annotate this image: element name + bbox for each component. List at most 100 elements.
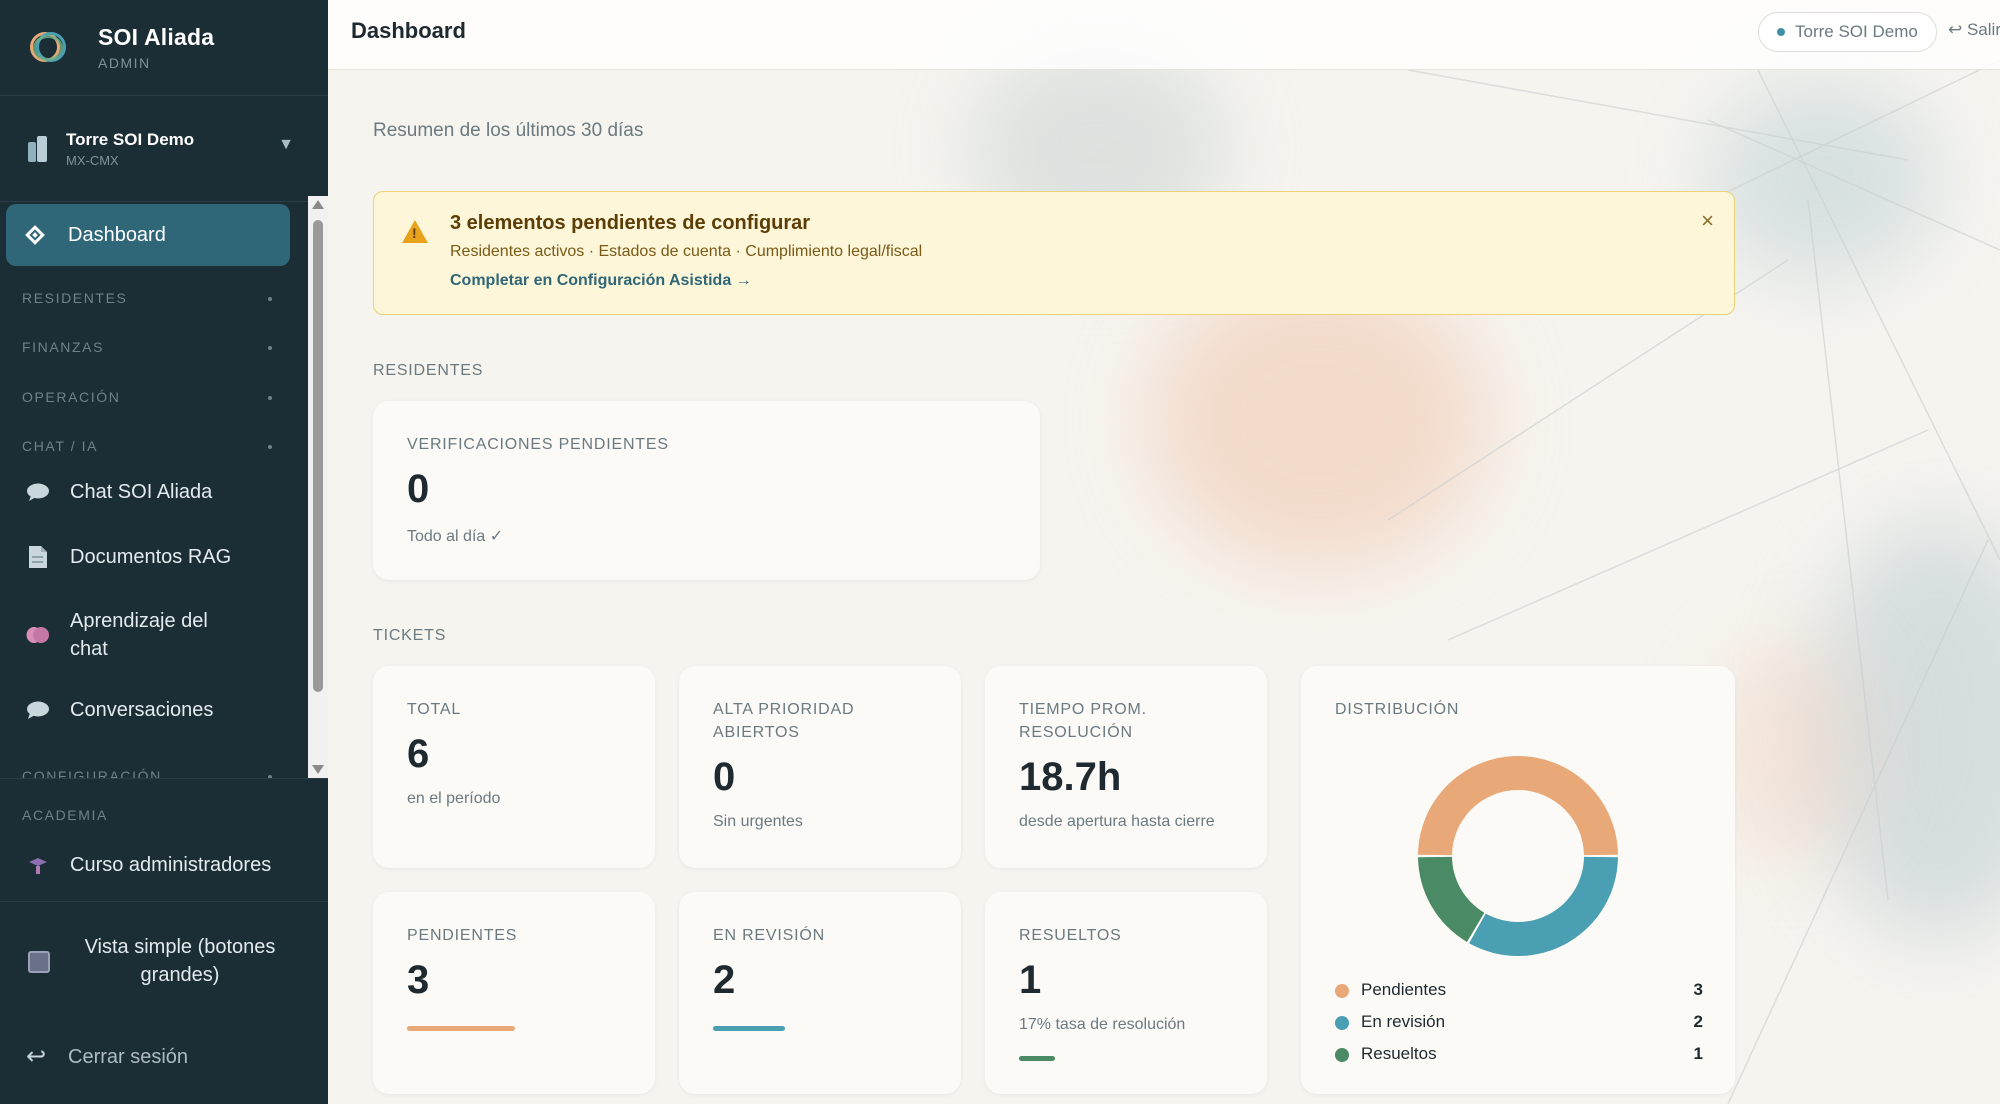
legend-swatch — [1335, 1048, 1349, 1062]
card-distribucion: DISTRIBUCIÓN Pendientes 3 En revisión 2 Re… — [1301, 666, 1735, 1094]
alert-detail: Residentes activos · Estados de cuenta ·… — [450, 243, 923, 260]
revision-bar — [713, 1026, 785, 1031]
section-configuracion[interactable]: CONFIGURACIÓN — [22, 768, 272, 778]
brand-role: ADMIN — [98, 55, 151, 71]
brand-name: SOI Aliada — [98, 24, 215, 50]
legend-value: 2 — [1693, 1012, 1703, 1031]
legend-value: 1 — [1693, 1044, 1703, 1063]
card-label: VERIFICACIONES PENDIENTES — [407, 436, 669, 453]
card-label: ALTA PRIORIDAD ABIERTOS — [713, 701, 855, 741]
tower-pill[interactable]: Torre SOI Demo — [1758, 12, 1937, 52]
legend-label: Resueltos — [1361, 1044, 1437, 1063]
card-subtext: desde apertura hasta cierre — [1019, 813, 1215, 830]
collapse-dot-icon — [268, 445, 272, 449]
document-icon — [26, 545, 50, 569]
card-label: PENDIENTES — [407, 927, 518, 944]
card-value: 0 — [407, 467, 430, 511]
legend-item-pendientes: Pendientes 3 — [1335, 974, 1703, 1006]
sidebar: SOI Aliada ADMIN Torre SOI Demo MX-CMX ▼… — [0, 0, 328, 1104]
card-subtext: en el período — [407, 790, 501, 807]
building-icon — [26, 135, 48, 162]
card-value: 3 — [407, 958, 430, 1002]
warning-icon — [402, 220, 428, 243]
chart-title: DISTRIBUCIÓN — [1335, 701, 1460, 718]
sidebar-item-label: Documentos RAG — [70, 546, 232, 568]
card-label: RESUELTOS — [1019, 927, 1122, 944]
simple-view-label: Vista simple (botones grandes) — [84, 936, 276, 986]
soi-logo-icon — [28, 28, 68, 68]
sidebar-item-label: Aprendizaje del chat — [70, 610, 208, 660]
sidebar-item-aprendizaje[interactable]: Aprendizaje del chat — [0, 607, 230, 663]
sidebar-item-dashboard[interactable]: Dashboard — [6, 204, 290, 266]
scrollbar-thumb[interactable] — [313, 220, 323, 692]
legend-item-en-revision: En revisión 2 — [1335, 1006, 1703, 1038]
sidebar-item-label: Dashboard — [68, 223, 166, 246]
section-academia: ACADEMIA — [22, 807, 108, 823]
section-label: CONFIGURACIÓN — [22, 768, 162, 778]
brain-icon — [26, 625, 50, 645]
section-label: FINANZAS — [22, 339, 105, 355]
card-alta-prioridad: ALTA PRIORIDAD ABIERTOS 0 Sin urgentes — [679, 666, 961, 868]
collapse-dot-icon — [268, 346, 272, 350]
section-operacion[interactable]: OPERACIÓN — [22, 389, 272, 405]
sidebar-item-curso-administradores[interactable]: Curso administradores — [0, 851, 300, 879]
sidebar-item-documentos-rag[interactable]: Documentos RAG — [0, 543, 300, 571]
card-label: TIEMPO PROM. RESOLUCIÓN — [1019, 701, 1147, 741]
donut-slice-resueltos[interactable] — [1418, 856, 1485, 942]
legend-label: En revisión — [1361, 1012, 1446, 1031]
setup-alert: 3 elementos pendientes de configurar Res… — [373, 191, 1735, 315]
chevron-down-icon: ▼ — [278, 136, 294, 153]
nav-scroll-area: Dashboard RESIDENTES FINANZAS OPERACIÓN … — [0, 196, 328, 778]
resueltos-bar — [1019, 1056, 1055, 1061]
top-bar: Dashboard Torre SOI Demo ↩ Salir — [328, 0, 2000, 70]
sidebar-item-chat-soi[interactable]: Chat SOI Aliada — [0, 478, 300, 506]
tower-name: Torre SOI Demo — [66, 129, 195, 149]
section-finanzas[interactable]: FINANZAS — [22, 339, 272, 355]
chart-legend: Pendientes 3 En revisión 2 Resueltos 1 — [1335, 974, 1703, 1070]
sidebar-item-label: Conversaciones — [70, 699, 214, 721]
legend-label: Pendientes — [1361, 980, 1447, 999]
section-label: RESIDENTES — [22, 290, 128, 306]
sidebar-item-label: Chat SOI Aliada — [70, 481, 213, 503]
card-label: EN REVISIÓN — [713, 927, 825, 944]
close-icon[interactable]: × — [1701, 208, 1714, 234]
card-pendientes: PENDIENTES 3 — [373, 892, 655, 1094]
donut-slice-pendientes[interactable] — [1418, 755, 1618, 856]
pendientes-bar — [407, 1026, 515, 1031]
sidebar-item-label: Curso administradores — [70, 854, 272, 876]
tower-selector[interactable]: Torre SOI Demo MX-CMX ▼ — [0, 96, 328, 202]
legend-value: 3 — [1693, 980, 1703, 999]
scroll-down-arrow-icon[interactable] — [312, 765, 324, 774]
card-resueltos: RESUELTOS 1 17% tasa de resolución — [985, 892, 1267, 1094]
exit-link[interactable]: ↩ Salir — [1948, 20, 2000, 40]
card-label: TOTAL — [407, 701, 462, 718]
brand-header[interactable]: SOI Aliada ADMIN — [0, 0, 328, 96]
scroll-up-arrow-icon[interactable] — [312, 200, 324, 209]
card-tiempo-resolucion: TIEMPO PROM. RESOLUCIÓN 18.7h desde aper… — [985, 666, 1267, 868]
card-subtext: Sin urgentes — [713, 813, 803, 830]
section-label: OPERACIÓN — [22, 389, 121, 405]
donut-slice-en-revision[interactable] — [1469, 856, 1618, 956]
sidebar-item-conversaciones[interactable]: Conversaciones — [0, 696, 300, 724]
card-subtext: 17% tasa de resolución — [1019, 1016, 1186, 1033]
distribution-donut-chart — [1418, 755, 1618, 956]
card-value: 18.7h — [1019, 755, 1122, 799]
sidebar-scrollbar[interactable] — [308, 196, 328, 778]
card-total: TOTAL 6 en el período — [373, 666, 655, 868]
card-value: 0 — [713, 755, 736, 799]
collapse-dot-icon — [268, 297, 272, 301]
square-icon — [28, 951, 50, 973]
legend-item-resueltos: Resueltos 1 — [1335, 1038, 1703, 1070]
page-subtitle: Resumen de los últimos 30 días — [373, 120, 644, 141]
section-title-residentes: RESIDENTES — [373, 362, 484, 379]
chat-bubble-icon — [26, 482, 50, 502]
speech-bubble-icon — [26, 700, 50, 720]
card-en-revision: EN REVISIÓN 2 — [679, 892, 961, 1094]
section-title-tickets: TICKETS — [373, 627, 447, 644]
alert-link[interactable]: Completar en Configuración Asistida → — [450, 272, 752, 290]
card-verificaciones: VERIFICACIONES PENDIENTES 0 Todo al día … — [373, 401, 1040, 580]
section-chat-ia[interactable]: CHAT / IA — [22, 438, 272, 454]
collapse-dot-icon — [268, 396, 272, 400]
section-residentes[interactable]: RESIDENTES — [22, 290, 272, 306]
card-value: 2 — [713, 958, 736, 1002]
